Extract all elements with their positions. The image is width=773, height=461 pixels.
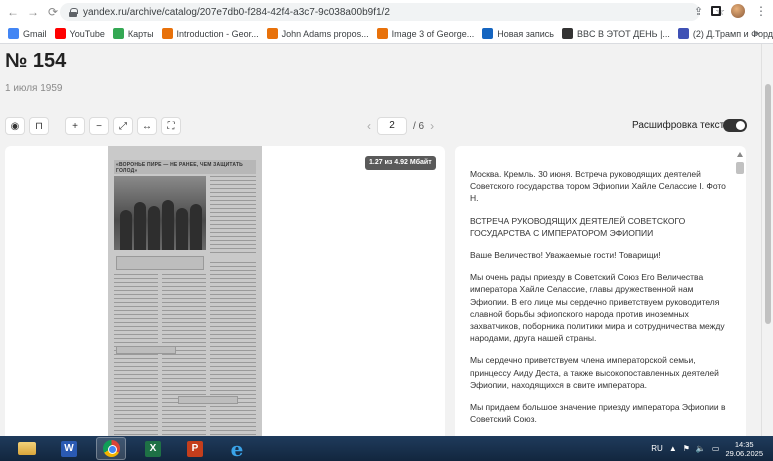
sidepanel-icon[interactable] <box>711 6 721 16</box>
doc-icon <box>376 28 388 39</box>
flag-icon[interactable]: ⚑ <box>683 444 690 453</box>
bookmark-label: Карты <box>127 28 154 39</box>
prev-page-icon[interactable]: ‹ <box>367 119 371 133</box>
bookmark-item[interactable]: Новая запись <box>482 28 554 39</box>
newspaper-headline: «ВОРОНЬЕ ПИРЕ — НЕ РАНЕЕ, ЧЕМ ЗАЩИТАТЬ Г… <box>116 162 243 174</box>
transcript-paragraph: Ваше Величество! Уважаемые гости! Товари… <box>470 250 661 261</box>
next-page-icon[interactable]: › <box>430 119 434 133</box>
taskbar-excel[interactable]: X <box>138 437 168 460</box>
word-icon: W <box>61 440 77 457</box>
taskbar-word[interactable]: W <box>54 437 84 460</box>
bookmark-label: Gmail <box>23 28 47 39</box>
chrome-icon <box>102 440 120 457</box>
bookmark-item[interactable]: John Adams propos... <box>266 28 369 39</box>
bookmark-label: YouTube <box>69 28 105 39</box>
clock[interactable]: 14:35 29.06.2025 <box>725 440 763 458</box>
expand-icon[interactable]: ⤢ <box>113 117 133 135</box>
reload-icon[interactable]: ⟳ <box>46 5 60 19</box>
folder-icon <box>18 442 36 455</box>
doc-icon <box>266 28 278 39</box>
transcript-panel[interactable]: Москва. Кремль. 30 июня. Встреча руковод… <box>455 146 746 436</box>
fit-width-icon[interactable]: ↔ <box>137 117 157 135</box>
taskbar-powerpoint[interactable]: P <box>180 437 210 460</box>
page-total: / 6 <box>413 120 425 132</box>
eye-icon[interactable]: ◉ <box>5 117 25 135</box>
language-indicator[interactable]: RU <box>651 444 663 453</box>
page-scrollbar[interactable] <box>761 44 773 436</box>
youtube-icon <box>54 28 66 39</box>
zoom-out-icon[interactable]: − <box>89 117 109 135</box>
decode-toggle[interactable] <box>723 119 747 132</box>
fit-page-icon[interactable]: ⛶ <box>161 117 181 135</box>
scroll-up-icon[interactable] <box>737 152 743 157</box>
windows-taskbar: W X P e RU ▲ ⚑ 🔈 ▭ 14:35 29.06.2025 <box>0 436 773 461</box>
bookmark-item[interactable]: Introduction - Geor... <box>161 28 259 39</box>
bookmark-label: Новая запись <box>497 28 554 39</box>
taskbar-ie[interactable]: e <box>222 437 252 460</box>
back-icon[interactable]: ← <box>6 5 20 19</box>
bookmark-label: Image 3 of George... <box>391 28 475 39</box>
forward-icon[interactable]: → <box>26 5 40 19</box>
page-scroll-thumb[interactable] <box>765 84 771 324</box>
maps-icon <box>112 28 124 39</box>
decode-label: Расшифровка текста <box>632 120 730 131</box>
address-bar[interactable]: yandex.ru/archive/catalog/207e7db0-f284-… <box>60 3 700 21</box>
excel-icon: X <box>145 440 161 457</box>
bookmark-item[interactable]: Карты <box>112 28 154 39</box>
scroll-thumb[interactable] <box>736 162 744 174</box>
page-pager: ‹ 2 / 6 › <box>367 117 434 135</box>
tray-arrow-icon[interactable]: ▲ <box>669 444 677 453</box>
share-icon[interactable]: ⇪ <box>694 5 703 18</box>
taskbar-explorer[interactable] <box>12 437 42 460</box>
clock-time: 14:35 <box>734 439 754 449</box>
doc-icon <box>161 28 173 39</box>
archive-page: № 154 1 июля 1959 ◉ ⊓ + − ⤢ ↔ ⛶ ‹ 2 / 6 … <box>0 44 761 436</box>
taskbar-chrome[interactable] <box>96 437 126 460</box>
url-text[interactable]: yandex.ru/archive/catalog/207e7db0-f284-… <box>83 7 390 18</box>
gmail-icon <box>8 28 19 39</box>
system-tray: RU ▲ ⚑ 🔈 ▭ 14:35 29.06.2025 <box>651 436 763 461</box>
transcript-paragraph: Мы очень рады приезду в Советский Союз Е… <box>470 272 725 344</box>
page-title: № 154 <box>5 50 67 72</box>
bookmarks-more-icon[interactable]: » <box>753 28 759 39</box>
newspaper-scan: «ВОРОНЬЕ ПИРЕ — НЕ РАНЕЕ, ЧЕМ ЗАЩИТАТЬ Г… <box>108 146 262 436</box>
transcript-scrollbar[interactable] <box>736 152 744 436</box>
powerpoint-icon: P <box>187 440 203 457</box>
blog-icon <box>482 28 494 39</box>
bookmark-item[interactable]: Image 3 of George... <box>376 28 475 39</box>
newspaper-photo <box>114 176 206 250</box>
bookmark-item[interactable]: YouTube <box>54 28 105 39</box>
volume-icon[interactable]: 🔈 <box>696 444 706 453</box>
bookmark-label: (2) Д.Трамп и Форд... <box>692 28 773 39</box>
bookmark-item[interactable]: BBC В ЭТОТ ДЕНЬ |... <box>562 28 670 39</box>
transcript-paragraph: Мы сердечно приветствуем члена император… <box>470 355 719 390</box>
network-icon[interactable]: ▭ <box>712 444 720 453</box>
page-number-input[interactable]: 2 <box>377 117 407 135</box>
issue-date: 1 июля 1959 <box>5 83 63 94</box>
browser-toolbar: ← → ⟳ yandex.ru/archive/catalog/207e7db0… <box>0 0 773 24</box>
bookmark-label: John Adams propos... <box>281 28 369 39</box>
bookmark-item[interactable]: Gmail <box>8 28 47 39</box>
ie-icon: e <box>230 436 244 461</box>
bookmarks-bar: Gmail YouTube Карты Introduction - Geor... J… <box>0 24 773 44</box>
user-icon <box>677 28 689 39</box>
transcript-paragraph: Мы придаем большое значение приезду импе… <box>470 402 726 425</box>
zoom-in-icon[interactable]: + <box>65 117 85 135</box>
viewer-toolbar: ◉ ⊓ + − ⤢ ↔ ⛶ <box>5 117 181 135</box>
clock-date: 29.06.2025 <box>725 448 763 458</box>
bookmark-icon[interactable]: ⊓ <box>29 117 49 135</box>
file-size-badge: 1.27 из 4.92 Мбайт <box>365 156 436 170</box>
globe-icon <box>562 28 573 39</box>
transcript-paragraph: ВСТРЕЧА РУКОВОДЯЩИХ ДЕЯТЕЛЕЙ СОВЕТСКОГО … <box>470 215 686 238</box>
menu-dots-icon[interactable]: ⋮ <box>755 4 767 18</box>
transcript-paragraph: Москва. Кремль. 30 июня. Встреча руковод… <box>470 169 726 204</box>
scan-viewer[interactable]: «ВОРОНЬЕ ПИРЕ — НЕ РАНЕЕ, ЧЕМ ЗАЩИТАТЬ Г… <box>5 146 445 436</box>
bookmark-label: BBC В ЭТОТ ДЕНЬ |... <box>577 28 670 39</box>
bookmark-label: Introduction - Geor... <box>176 28 259 39</box>
profile-avatar[interactable] <box>731 4 745 18</box>
lock-icon <box>69 7 78 17</box>
